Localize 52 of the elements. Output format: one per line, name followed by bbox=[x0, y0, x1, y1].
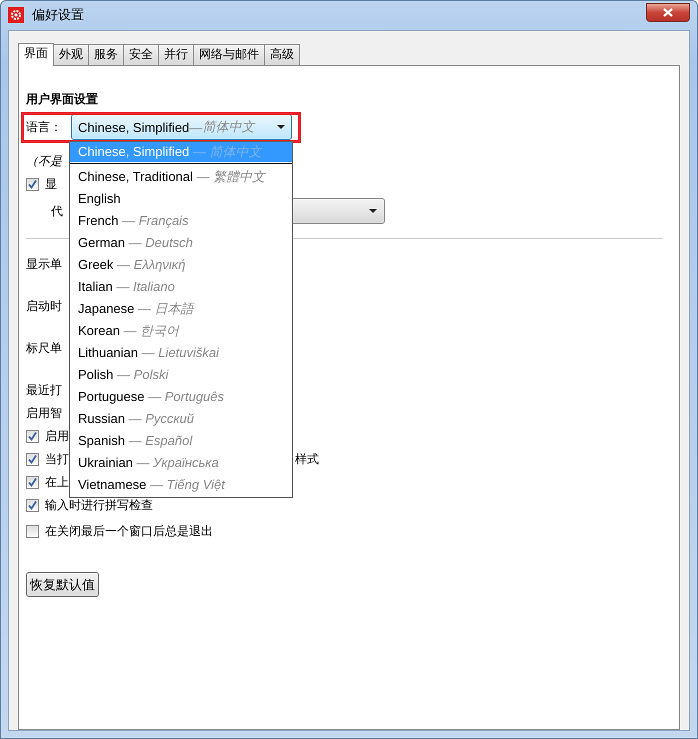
language-label: 语言： bbox=[26, 120, 62, 134]
language-option[interactable]: Russian — Русский bbox=[70, 408, 292, 430]
language-option[interactable]: Greek — Ελληνική bbox=[70, 254, 292, 276]
language-option[interactable]: French — Français bbox=[70, 210, 292, 232]
checkbox-label: 当打 bbox=[45, 451, 69, 468]
language-dropdown[interactable]: Chinese, Simplified—简体中文 bbox=[71, 114, 292, 140]
language-option[interactable]: English bbox=[70, 188, 292, 210]
window-title: 偏好设置 bbox=[32, 6, 84, 24]
setting-label: 最近打 bbox=[26, 382, 62, 399]
checkbox[interactable] bbox=[26, 476, 39, 489]
language-option[interactable]: Vietnamese — Tiếng Việt bbox=[70, 474, 292, 496]
setting-label: 标尺单 bbox=[26, 340, 62, 357]
tab[interactable]: 网络与邮件 bbox=[193, 44, 265, 65]
language-option[interactable]: Spanish — Español bbox=[70, 430, 292, 452]
note-text: （不是 bbox=[26, 153, 62, 170]
tab[interactable]: 外观 bbox=[53, 44, 89, 65]
language-option[interactable]: Korean — 한국어 bbox=[70, 320, 292, 342]
checkbox[interactable] bbox=[26, 178, 39, 191]
language-option[interactable]: Portuguese — Português bbox=[70, 386, 292, 408]
caret-icon bbox=[277, 125, 285, 129]
language-option[interactable]: Italian — Italiano bbox=[70, 276, 292, 298]
language-option[interactable]: Chinese, Traditional — 繁體中文 bbox=[70, 166, 292, 188]
section-title: 用户界面设置 bbox=[26, 91, 99, 108]
checkbox[interactable] bbox=[26, 430, 39, 443]
checkbox-label: 输入时进行拼写检查 bbox=[45, 497, 153, 514]
language-option[interactable]: Lithuanian — Lietuviškai bbox=[70, 342, 292, 364]
tab[interactable]: 服务 bbox=[88, 44, 124, 65]
checkbox[interactable] bbox=[26, 453, 39, 466]
checkbox-label: 在上 bbox=[45, 474, 69, 491]
setting-label: 显示单 bbox=[26, 256, 62, 273]
checkbox-label: 样式 bbox=[295, 451, 319, 468]
setting-label: 启动时 bbox=[26, 298, 62, 315]
checkbox-label: 启用 bbox=[45, 428, 69, 445]
language-option[interactable]: German — Deutsch bbox=[70, 232, 292, 254]
close-icon bbox=[663, 8, 673, 16]
caret-icon bbox=[369, 209, 377, 213]
close-button[interactable] bbox=[646, 2, 690, 22]
tab[interactable]: 高级 bbox=[264, 44, 300, 65]
checkbox[interactable] bbox=[26, 525, 39, 538]
tab[interactable]: 界面 bbox=[18, 43, 54, 66]
tab[interactable]: 并行 bbox=[158, 44, 194, 65]
language-option[interactable]: Ukrainian — Українська bbox=[70, 452, 292, 474]
setting-label: 启用智 bbox=[26, 405, 62, 422]
language-option[interactable]: Polish — Polski bbox=[70, 364, 292, 386]
checkbox-label: 显 bbox=[45, 176, 57, 193]
app-logo-icon bbox=[8, 7, 24, 23]
tab[interactable]: 安全 bbox=[123, 44, 159, 65]
checkbox[interactable] bbox=[26, 499, 39, 512]
checkbox-label: 在关闭最后一个窗口后总是退出 bbox=[45, 523, 213, 540]
setting-label: 代 bbox=[51, 202, 63, 220]
reset-button[interactable]: 恢复默认值 bbox=[26, 572, 99, 597]
language-option[interactable]: Japanese — 日本語 bbox=[70, 298, 292, 320]
